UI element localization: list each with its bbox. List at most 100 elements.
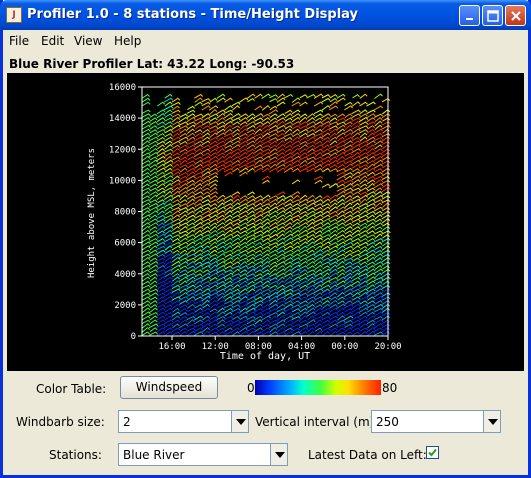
windbarb: [344, 218, 353, 224]
windbarb: [171, 245, 181, 251]
windbarb: [231, 307, 241, 313]
menu-view[interactable]: View: [74, 34, 102, 48]
windbarb: [164, 234, 173, 239]
windbarb: [164, 121, 173, 126]
windbarb: [156, 155, 166, 162]
windbarb: [292, 132, 300, 138]
windbarb: [193, 276, 204, 282]
stations-combo[interactable]: Blue River: [118, 443, 288, 466]
windbarb: [343, 303, 354, 309]
windbarb: [246, 319, 256, 325]
windbarb: [283, 160, 294, 165]
windbarb: [306, 253, 316, 259]
windbarb: [321, 214, 331, 220]
windbarb: [374, 218, 383, 223]
windbarb: [329, 264, 338, 271]
windbarb: [269, 218, 278, 223]
chevron-down-icon[interactable]: [270, 444, 287, 465]
windbarb: [171, 168, 181, 173]
latest-data-left-checkbox[interactable]: [426, 446, 439, 459]
windbarb-size-combo[interactable]: 2: [118, 410, 249, 433]
windbarb: [329, 280, 338, 286]
windbarb: [284, 264, 293, 270]
windbarb: [344, 101, 353, 107]
windbarb: [209, 241, 218, 247]
windbarb: [262, 226, 270, 231]
time-height-plot[interactable]: 0 2000 4000 6000 8000 10000 12000 14000 16000 16…: [7, 73, 524, 371]
windbarb: [261, 234, 271, 239]
windbarb: [284, 226, 293, 231]
windbarb: [217, 147, 225, 154]
windbarb: [337, 296, 345, 301]
windbarb: [307, 117, 315, 123]
windbarb: [232, 284, 241, 290]
windbarb: [359, 160, 368, 165]
windbarb: [359, 121, 368, 126]
windbarb: [352, 120, 361, 126]
windbarb: [321, 210, 331, 216]
windbarb: [291, 226, 301, 231]
windbarb: [381, 296, 391, 301]
windbarb: [358, 319, 369, 325]
windbarb: [299, 214, 308, 220]
windbarb: [246, 327, 256, 332]
y-tick-label: 8000: [114, 208, 136, 218]
windbarb: [307, 330, 315, 337]
windbarb: [291, 304, 301, 309]
windbarb: [374, 323, 384, 329]
windbarb: [314, 296, 323, 301]
windbarb: [164, 163, 173, 169]
windspeed-button[interactable]: Windspeed: [120, 376, 218, 399]
vertical-interval-combo[interactable]: 250: [371, 410, 501, 433]
windbarb: [209, 311, 218, 317]
windbarb: [172, 132, 180, 138]
windbarb: [314, 175, 324, 181]
windbarb: [351, 132, 361, 138]
close-button[interactable]: [505, 5, 526, 26]
windbarb: [321, 163, 331, 169]
windbarb: [164, 183, 173, 189]
windbarb: [157, 132, 166, 138]
windbarb: [299, 315, 308, 321]
windbarb: [209, 288, 218, 293]
chevron-down-icon[interactable]: [483, 411, 500, 432]
windbarb: [329, 253, 338, 259]
windbarb: [247, 98, 255, 103]
windbarb: [344, 210, 353, 216]
windbarb: [269, 156, 278, 161]
windbarb: [367, 296, 375, 301]
windbarb: [276, 222, 286, 227]
title-bar[interactable]: J Profiler 1.0 - 8 stations - Time/Heigh…: [0, 0, 531, 30]
windbarb: [179, 167, 188, 173]
windbarb: [314, 234, 323, 239]
windbarb: [344, 234, 353, 239]
windbarb: [276, 136, 286, 142]
vertical-interval-value: 250: [376, 415, 399, 429]
windbarb: [321, 307, 331, 313]
windbarb: [186, 234, 196, 239]
windbarb: [156, 319, 166, 325]
menu-file[interactable]: File: [9, 34, 29, 48]
windbarb: [209, 206, 218, 212]
menu-edit[interactable]: Edit: [41, 34, 64, 48]
windbarb: [344, 319, 353, 325]
chevron-down-icon[interactable]: [231, 411, 248, 432]
windbarb: [366, 225, 376, 232]
maximize-button[interactable]: [482, 5, 503, 26]
windbarb: [374, 187, 383, 192]
windbarb: [373, 331, 384, 336]
windbarb: [359, 300, 368, 305]
windbarb: [284, 210, 293, 216]
windbarb: [172, 307, 180, 313]
menu-help[interactable]: Help: [114, 34, 141, 48]
windbarb: [193, 226, 204, 231]
windbarb: [254, 121, 263, 126]
windbarb: [164, 241, 173, 247]
windbarb: [374, 257, 383, 263]
windbarb: [224, 257, 234, 263]
minimize-button[interactable]: [459, 5, 480, 26]
windbarb: [163, 225, 174, 232]
windbarb: [208, 331, 219, 336]
windbarb: [321, 206, 331, 212]
windbarb: [231, 292, 241, 298]
